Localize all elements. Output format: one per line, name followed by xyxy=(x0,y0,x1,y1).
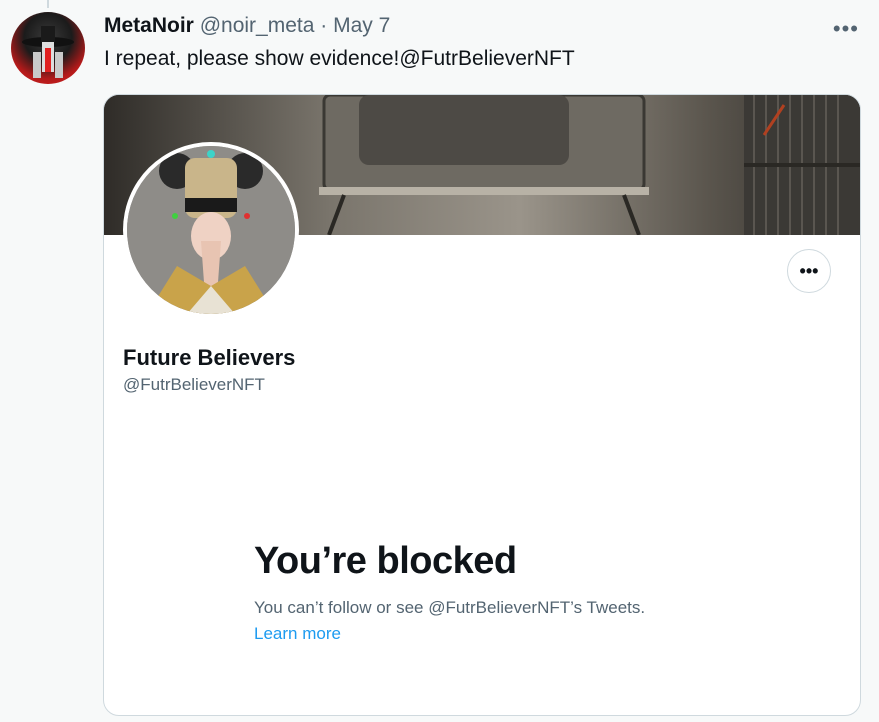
author-name[interactable]: MetaNoir xyxy=(104,14,194,37)
tweet-more-icon[interactable]: ••• xyxy=(833,16,859,42)
author-avatar[interactable] xyxy=(11,12,85,84)
tweet-header: MetaNoir @noir_meta · May 7 xyxy=(104,14,390,38)
embedded-profile-card[interactable]: ••• Future Believers @FutrBelieverNFT Yo… xyxy=(103,94,861,716)
robot-figure-icon xyxy=(127,146,295,314)
author-handle[interactable]: @noir_meta xyxy=(200,14,315,37)
header-separator: · xyxy=(320,14,328,37)
profile-avatar[interactable] xyxy=(123,142,299,318)
tweet-date[interactable]: May 7 xyxy=(333,14,390,37)
tweet-text: I repeat, please show evidence!@FutrBeli… xyxy=(104,47,575,70)
thread-line xyxy=(47,0,49,8)
profile-display-name[interactable]: Future Believers xyxy=(123,345,295,371)
learn-more-link[interactable]: Learn more xyxy=(254,624,341,644)
avatar-figure-icon xyxy=(22,26,74,78)
profile-more-button[interactable]: ••• xyxy=(787,249,831,293)
blocked-description: You can’t follow or see @FutrBelieverNFT… xyxy=(254,598,646,617)
blocked-title: You’re blocked xyxy=(254,540,517,582)
profile-handle[interactable]: @FutrBelieverNFT xyxy=(123,375,265,395)
